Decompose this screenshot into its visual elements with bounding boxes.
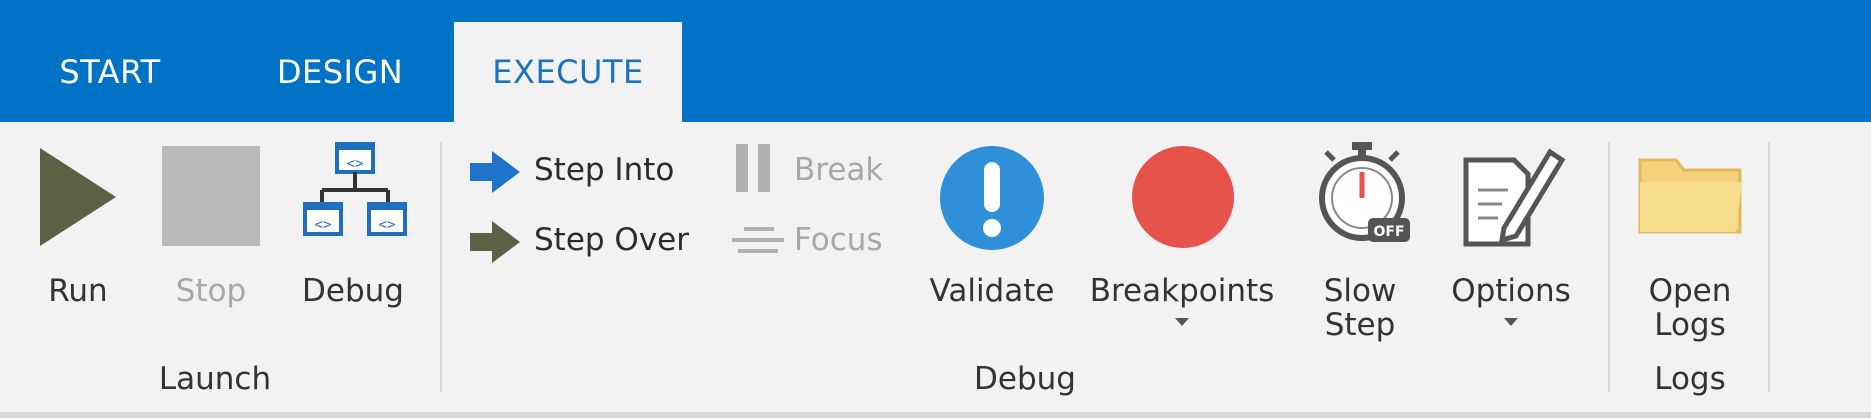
open-logs-label-line1: Open	[1648, 273, 1732, 309]
validate-exclamation-icon	[940, 146, 1044, 250]
break-button[interactable]: Break	[730, 142, 900, 194]
debug-tree-icon: <> <> <>	[303, 142, 407, 236]
svg-text:<>: <>	[347, 156, 364, 172]
folder-icon	[1638, 158, 1742, 234]
slow-step-off-badge: OFF	[1373, 224, 1404, 240]
step-into-arrow-icon	[470, 151, 520, 193]
group-separator	[440, 142, 442, 392]
validate-label: Validate	[929, 273, 1055, 309]
options-button[interactable]: Options	[1436, 142, 1586, 326]
group-separator	[1768, 142, 1770, 392]
ribbon-tab-bar: START DESIGN EXECUTE	[0, 0, 1871, 122]
play-icon	[40, 148, 116, 246]
group-separator	[1608, 142, 1610, 392]
ribbon-bottom-border	[0, 412, 1871, 418]
options-pencil-document-icon	[1463, 148, 1566, 247]
step-over-arrow-icon	[470, 221, 520, 263]
breakpoints-label: Breakpoints	[1089, 273, 1275, 309]
breakpoints-button[interactable]: Breakpoints	[1082, 142, 1282, 326]
options-label: Options	[1451, 273, 1571, 309]
ribbon-panel: Run Stop <> <> <> Debug Launch Step Into…	[0, 122, 1871, 412]
slow-step-label-line1: Slow	[1323, 273, 1397, 309]
stop-label: Stop	[175, 273, 247, 309]
run-label: Run	[48, 273, 108, 309]
step-over-label: Step Over	[534, 222, 689, 258]
launch-group-label: Launch	[158, 361, 272, 397]
svg-text:<>: <>	[315, 217, 332, 233]
break-label: Break	[794, 152, 884, 188]
step-into-label: Step Into	[534, 152, 675, 188]
step-into-button[interactable]: Step Into	[468, 147, 718, 193]
chevron-down-icon	[1504, 318, 1518, 326]
debug-button[interactable]: <> <> <> Debug	[292, 142, 412, 322]
stopwatch-icon: OFF	[1319, 142, 1410, 242]
step-over-button[interactable]: Step Over	[468, 217, 718, 263]
breakpoint-circle-icon	[1132, 146, 1234, 248]
slow-step-button[interactable]: OFF Slow Step	[1300, 142, 1420, 342]
chevron-down-icon	[1175, 318, 1189, 326]
debug-label: Debug	[302, 273, 404, 309]
focus-button[interactable]: Focus	[730, 217, 900, 263]
tab-design[interactable]: DESIGN	[250, 22, 430, 122]
svg-text:<>: <>	[379, 217, 396, 233]
focus-label: Focus	[794, 222, 883, 258]
stop-button[interactable]: Stop	[150, 142, 270, 322]
tab-execute[interactable]: EXECUTE	[454, 22, 682, 122]
open-logs-button[interactable]: Open Logs	[1630, 142, 1750, 342]
logs-group-label: Logs	[1654, 361, 1726, 397]
stop-icon	[162, 146, 260, 246]
validate-button[interactable]: Validate	[922, 142, 1062, 322]
pause-icon	[736, 144, 770, 192]
debug-group-label: Debug	[974, 361, 1076, 397]
focus-icon	[732, 227, 784, 253]
tab-start[interactable]: START	[40, 22, 180, 122]
slow-step-label-line2: Step	[1324, 307, 1396, 343]
open-logs-label-line2: Logs	[1654, 307, 1726, 343]
run-button[interactable]: Run	[30, 142, 130, 322]
